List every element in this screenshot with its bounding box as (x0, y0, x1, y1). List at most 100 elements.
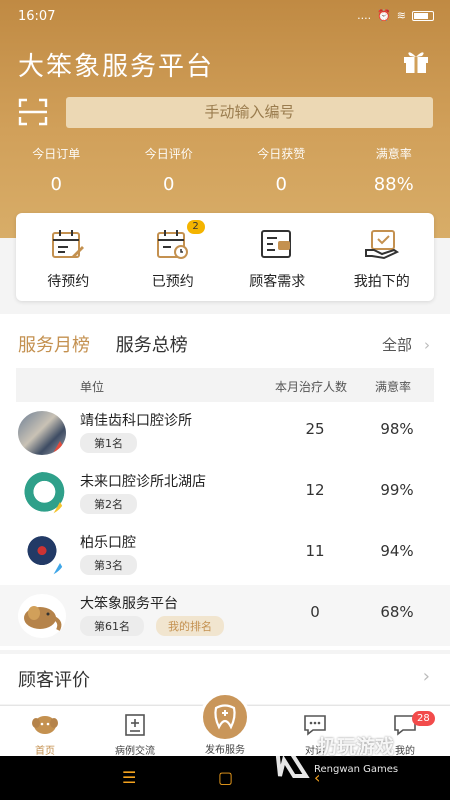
battery-icon (412, 10, 434, 21)
bottom-tab-bar: 首页 病例交流 发布服务 对话 28 我的 (0, 692, 450, 757)
quick-label: 待预约 (47, 274, 90, 290)
satisfaction-rate: 99% (380, 481, 414, 499)
status-time: 16:07 (18, 9, 56, 24)
monthly-count: 11 (305, 542, 325, 560)
stat-value: 88% (373, 174, 414, 195)
status-icons: .... ⏰ ≋ (357, 9, 434, 22)
status-bar: 16:07 .... ⏰ ≋ (0, 0, 450, 34)
avatar (18, 411, 66, 455)
stat-reviews: 今日评价 0 (113, 145, 226, 195)
satisfaction-rate: 94% (380, 542, 414, 560)
quick-customer-needs[interactable]: 顾客需求 (225, 213, 330, 301)
tab-profile[interactable]: 28 我的 (360, 706, 450, 757)
unit-name: 柏乐口腔 (80, 535, 136, 551)
tab-case-exchange[interactable]: 病例交流 (90, 706, 180, 757)
hand-tray-icon (364, 230, 399, 260)
stat-satisfaction: 满意率 88% (338, 145, 450, 195)
home-square-icon[interactable]: ▢ (218, 768, 233, 787)
calendar-clock-icon (156, 230, 188, 259)
chat-bubble-icon (304, 715, 326, 736)
message-count-badge: 28 (412, 711, 435, 726)
avatar (18, 594, 66, 638)
wifi-icon: ≋ (396, 9, 406, 22)
table-row[interactable]: 靖佳齿科口腔诊所 第1名 25 98% (0, 402, 450, 463)
chevron-right-icon: › (422, 666, 430, 687)
stat-likes: 今日获赞 0 (225, 145, 338, 195)
tab-label: 病例交流 (115, 746, 155, 757)
unit-name: 大笨象服务平台 (80, 596, 178, 612)
stat-label: 今日获赞 (257, 147, 306, 161)
stat-orders: 今日订单 0 (0, 145, 113, 195)
rank-badge: 第3名 (80, 555, 137, 575)
rank-badge: 第2名 (80, 494, 137, 514)
view-all-button[interactable]: 全部 › (382, 334, 430, 355)
case-exchange-icon (125, 714, 145, 736)
calendar-pen-icon (52, 230, 85, 258)
ranking-tabs: 服务月榜 服务总榜 (18, 331, 188, 357)
tab-chat[interactable]: 对话 (270, 706, 360, 757)
view-all-label: 全部 (381, 336, 412, 354)
scan-icon[interactable] (18, 98, 48, 126)
monthly-count: 12 (305, 481, 325, 499)
col-count: 本月治疗人数 (275, 380, 348, 394)
alarm-icon: ⏰ (377, 9, 391, 22)
search-input[interactable]: 手动输入编号 (66, 97, 433, 128)
quick-booked[interactable]: 2 已预约 (121, 213, 226, 301)
stat-label: 今日订单 (32, 147, 81, 161)
satisfaction-rate: 68% (380, 603, 414, 621)
stat-label: 今日评价 (144, 147, 193, 161)
unit-name: 靖佳齿科口腔诊所 (80, 413, 192, 429)
table-header: 单位 本月治疗人数 满意率 (16, 368, 434, 402)
rank-silver-icon (52, 502, 66, 516)
signal-dots: .... (357, 9, 372, 22)
quick-label: 我拍下的 (353, 274, 410, 290)
col-unit: 单位 (80, 380, 105, 394)
tab-home[interactable]: 首页 (0, 706, 90, 757)
publish-service-button[interactable] (200, 692, 250, 742)
col-satisfaction: 满意率 (375, 380, 412, 394)
gift-icon[interactable] (402, 48, 430, 74)
system-nav-bar: ☰ ▢ ‹ (0, 756, 450, 800)
rank-badge: 第61名 (80, 616, 144, 636)
clipboard-chat-icon (261, 230, 292, 258)
tooth-plus-icon (214, 704, 236, 730)
tab-label: 我的 (395, 746, 415, 757)
stat-value: 0 (50, 174, 62, 195)
satisfaction-rate: 98% (380, 420, 414, 438)
reviews-title: 顾客评价 (18, 670, 90, 691)
quick-my-purchases[interactable]: 我拍下的 (330, 213, 435, 301)
monthly-count: 25 (305, 420, 325, 438)
quick-actions-card: 待预约 2 已预约 顾客需求 我拍下的 (16, 213, 434, 301)
stat-value: 0 (163, 174, 175, 195)
tab-label: 发布服务 (205, 745, 245, 756)
tab-monthly[interactable]: 服务月榜 (18, 335, 90, 356)
my-rank-badge: 我的排名 (156, 616, 224, 636)
tab-label: 首页 (35, 746, 55, 757)
app-title: 大笨象服务平台 (18, 52, 215, 82)
back-icon[interactable]: ‹ (314, 768, 320, 787)
avatar (18, 533, 66, 577)
table-row[interactable]: 柏乐口腔 第3名 11 94% (0, 524, 450, 585)
monthly-count: 0 (310, 603, 320, 621)
chevron-right-icon: › (424, 336, 430, 354)
today-stats: 今日订单 0 今日评价 0 今日获赞 0 满意率 88% (0, 145, 450, 195)
elephant-home-icon (32, 716, 58, 734)
avatar (18, 472, 66, 516)
booked-count-badge: 2 (186, 220, 205, 234)
stat-label: 满意率 (375, 147, 412, 161)
table-row[interactable]: 未来口腔诊所北湖店 第2名 12 99% (0, 463, 450, 524)
menu-icon[interactable]: ☰ (122, 768, 136, 787)
quick-pending-appointment[interactable]: 待预约 (16, 213, 121, 301)
unit-name: 未来口腔诊所北湖店 (80, 474, 206, 490)
tab-label: 对话 (305, 746, 325, 757)
ranking-section: 服务月榜 服务总榜 全部 › 单位 本月治疗人数 满意率 靖佳齿科口腔诊所 第1名… (0, 314, 450, 650)
tab-total[interactable]: 服务总榜 (116, 335, 188, 356)
stat-value: 0 (275, 174, 287, 195)
rank-gold-icon (52, 441, 66, 455)
rank-badge: 第1名 (80, 433, 137, 453)
quick-label: 顾客需求 (249, 274, 306, 290)
elephant-logo-icon (24, 606, 62, 631)
quick-label: 已预约 (151, 274, 194, 290)
my-ranking-row[interactable]: 大笨象服务平台 第61名 我的排名 0 68% (0, 585, 450, 646)
rank-bronze-icon (52, 563, 66, 577)
